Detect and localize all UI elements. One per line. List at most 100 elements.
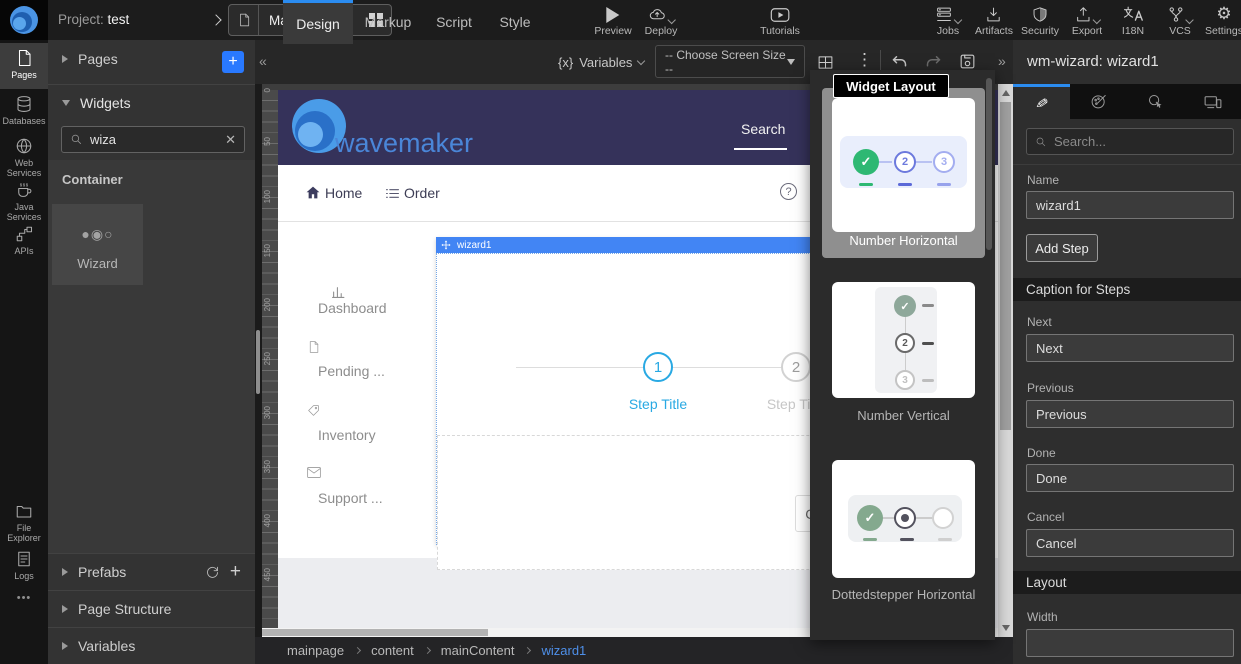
wizard-step-1-circle[interactable]: 1 <box>643 352 673 382</box>
variables-menu[interactable]: {x} Variables <box>558 40 644 84</box>
tab-markup[interactable]: Markup <box>353 0 423 44</box>
deploy-button[interactable]: Deploy <box>645 5 678 37</box>
rail-item-java-services[interactable]: Java Services <box>0 181 48 223</box>
widget-tile-wizard[interactable]: ●◉○ Wizard <box>52 204 143 285</box>
vcs-button[interactable]: VCS <box>1168 5 1193 37</box>
accordion-variables[interactable]: Variables <box>48 627 255 664</box>
import-prefab-icon[interactable]: + <box>230 565 241 579</box>
jobs-icon <box>935 5 961 23</box>
security-button[interactable]: Security <box>1021 5 1059 37</box>
properties-search-box[interactable]: Search... <box>1026 128 1234 155</box>
scroll-down-arrow[interactable] <box>1002 625 1010 631</box>
search-icon <box>1035 136 1047 148</box>
ruler-mark: 400 <box>263 514 272 527</box>
width-label: Width <box>1027 610 1058 624</box>
undo-button[interactable] <box>890 53 909 71</box>
widget-search-box[interactable]: wiza ✕ <box>61 126 245 153</box>
wizard-step-1-title[interactable]: Step Title <box>613 396 703 412</box>
next-caption-input[interactable]: Next <box>1026 334 1234 362</box>
clear-search-icon[interactable]: ✕ <box>225 132 236 148</box>
tab-design[interactable]: Design <box>283 0 353 44</box>
menu-item-dashboard[interactable]: Dashboard <box>318 300 387 316</box>
tab-styles[interactable] <box>1070 84 1127 119</box>
canvas-vscroll-track[interactable] <box>998 84 1013 637</box>
widget-layout-button[interactable] <box>817 54 834 71</box>
layout-option-number-horizontal[interactable]: ✓ 2 3 Number Horizontal <box>822 88 985 258</box>
nav-search-item[interactable]: Search <box>741 121 785 137</box>
collapse-right-icon[interactable]: » <box>998 53 1006 69</box>
popup-scroll-thumb[interactable] <box>986 78 992 250</box>
i18n-button[interactable]: I18N <box>1122 5 1144 37</box>
help-icon[interactable]: ? <box>780 183 797 200</box>
layout-option-dottedstepper-horizontal[interactable]: ✓ Dottedstepper Horizontal <box>822 453 985 608</box>
tab-events[interactable] <box>1127 84 1184 119</box>
menu-item-pending[interactable]: Pending ... <box>318 363 385 379</box>
save-button[interactable] <box>958 52 977 71</box>
add-step-button[interactable]: Add Step <box>1026 234 1098 262</box>
ruler-mark: 100 <box>263 190 272 203</box>
panel-scroll-thumb[interactable] <box>256 330 260 394</box>
rail-item-logs[interactable]: Logs <box>0 550 48 581</box>
wizard-step-2-circle[interactable]: 2 <box>781 352 811 382</box>
screen-size-select[interactable]: -- Choose Screen Size -- <box>655 45 805 78</box>
rail-item-databases[interactable]: Databases <box>0 95 48 126</box>
cancel-caption-input[interactable]: Cancel <box>1026 529 1234 557</box>
brand-name: wavemaker <box>335 128 473 159</box>
wizard-widget-icon: ●◉○ <box>52 226 143 243</box>
ruler-mark: 250 <box>263 352 272 365</box>
nav-item-home[interactable]: Home <box>325 185 362 201</box>
wavemaker-logo[interactable] <box>0 0 48 40</box>
left-rail: Pages Databases Web Services Java Servic… <box>0 40 48 664</box>
tab-devices[interactable] <box>1184 84 1241 119</box>
layout-option-number-vertical[interactable]: ✓ 2 3 Number Vertical <box>822 275 985 427</box>
properties-search-input[interactable]: Search... <box>1054 134 1106 149</box>
done-caption-input[interactable]: Done <box>1026 464 1234 492</box>
previous-caption-input[interactable]: Previous <box>1026 400 1234 428</box>
tutorials-button[interactable]: Tutorials <box>760 5 800 37</box>
step-check-icon: ✓ <box>894 295 916 317</box>
canvas-hscroll-thumb[interactable] <box>262 629 488 636</box>
page-doc-icon <box>229 5 259 35</box>
rail-item-apis[interactable]: APIs <box>0 225 48 256</box>
widget-search-input[interactable]: wiza <box>90 132 218 147</box>
width-input[interactable] <box>1026 629 1234 657</box>
artifacts-button[interactable]: Artifacts <box>975 5 1013 37</box>
support-mail-icon <box>307 467 321 478</box>
section-caption-for-steps[interactable]: Caption for Steps <box>1013 278 1241 301</box>
breadcrumb-wizard1[interactable]: wizard1 <box>541 643 586 658</box>
breadcrumb-content[interactable]: content <box>371 643 414 658</box>
export-button[interactable]: Export <box>1072 5 1102 37</box>
name-input[interactable]: wizard1 <box>1026 191 1234 219</box>
accordion-prefabs[interactable]: Prefabs + <box>48 553 255 590</box>
menu-item-support[interactable]: Support ... <box>318 490 383 506</box>
redo-button[interactable] <box>924 53 943 71</box>
rail-item-web-services[interactable]: Web Services <box>0 137 48 179</box>
scroll-up-arrow[interactable] <box>1002 90 1010 96</box>
breadcrumb-maincontent[interactable]: mainContent <box>441 643 515 658</box>
rail-item-pages[interactable]: Pages <box>0 49 48 80</box>
expand-pages-chevron[interactable] <box>210 14 221 25</box>
accordion-widgets[interactable]: Widgets <box>48 84 255 121</box>
breadcrumb-separator-icon <box>424 647 431 654</box>
accordion-page-structure[interactable]: Page Structure <box>48 590 255 627</box>
settings-button[interactable]: ⚙ Settings <box>1205 5 1241 37</box>
rail-more-dots[interactable]: ••• <box>0 592 48 605</box>
tab-properties[interactable]: ✎ <box>1013 84 1070 119</box>
more-options-icon[interactable]: ⋮ <box>856 50 873 70</box>
tab-style[interactable]: Style <box>485 0 545 44</box>
tab-script[interactable]: Script <box>423 0 485 44</box>
menu-item-inventory[interactable]: Inventory <box>318 427 376 443</box>
refresh-prefabs-icon[interactable] <box>205 565 220 580</box>
rail-item-file-explorer[interactable]: File Explorer <box>0 502 48 544</box>
step-check-icon: ✓ <box>857 505 883 531</box>
chevron-right-icon <box>62 605 68 613</box>
breadcrumb-mainpage[interactable]: mainpage <box>287 643 344 658</box>
move-handle-icon[interactable] <box>441 240 451 250</box>
section-layout[interactable]: Layout <box>1013 571 1241 594</box>
nav-item-order[interactable]: Order <box>404 185 440 201</box>
add-page-button[interactable]: + <box>222 51 244 73</box>
preview-button[interactable]: Preview <box>594 5 631 37</box>
canvas-vscroll-thumb[interactable] <box>1000 102 1011 430</box>
jobs-button[interactable]: Jobs <box>935 5 961 37</box>
collapse-left-icon[interactable]: « <box>259 53 267 69</box>
